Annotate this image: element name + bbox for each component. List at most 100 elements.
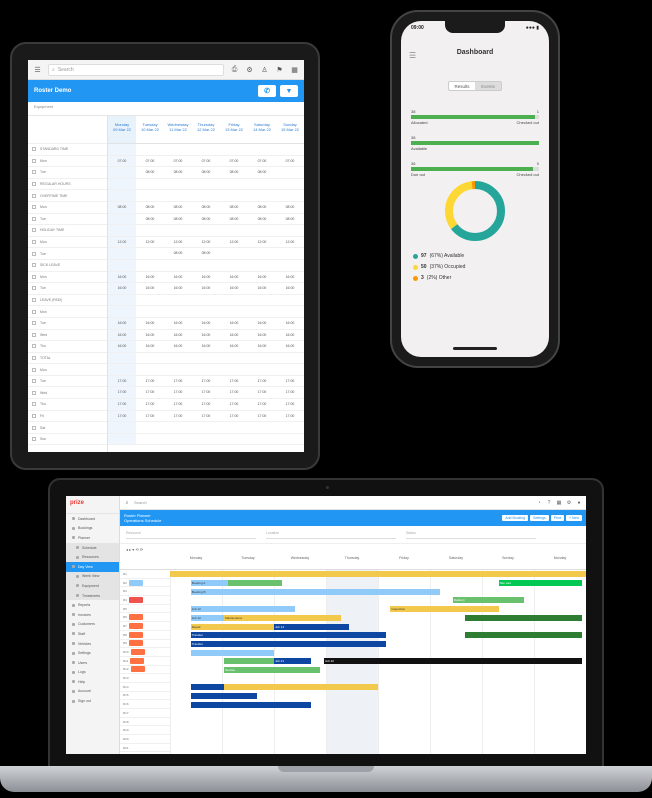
row-label[interactable]: Thu <box>28 399 107 411</box>
row-checkbox[interactable] <box>32 216 36 221</box>
gantt-row[interactable]: R9 <box>120 640 170 649</box>
table-cell[interactable] <box>192 179 220 190</box>
sidebar-item[interactable]: Day View <box>66 561 119 572</box>
gantt-bar[interactable] <box>170 571 586 578</box>
gantt-row[interactable]: R3 <box>120 587 170 597</box>
table-cell[interactable]: 17:00 <box>108 387 136 399</box>
row-label[interactable]: Wed <box>28 387 107 400</box>
table-cell[interactable]: 07:00 <box>220 156 248 167</box>
table-cell[interactable]: 17:00 <box>248 387 276 398</box>
table-cell[interactable]: 08:00 <box>220 202 248 213</box>
table-cell[interactable] <box>136 190 164 201</box>
gantt-bar[interactable] <box>228 580 283 586</box>
row-checkbox[interactable] <box>32 321 36 326</box>
row-checkbox[interactable] <box>32 437 36 442</box>
row-checkbox[interactable] <box>32 205 36 210</box>
table-cell[interactable]: 16:00 <box>276 330 304 341</box>
table-cell[interactable] <box>220 306 248 317</box>
table-cell[interactable]: 16:00 <box>108 341 136 352</box>
gantt-bar[interactable]: Booking B <box>190 588 441 595</box>
gantt-bar[interactable] <box>190 701 312 708</box>
table-cell[interactable] <box>220 179 248 190</box>
gantt-bar[interactable]: Job 22 <box>323 658 582 665</box>
row-checkbox[interactable] <box>32 182 36 187</box>
filter-icon[interactable]: ▼ <box>280 85 298 97</box>
gantt-row[interactable]: R5 <box>120 605 170 614</box>
resource-filter[interactable]: Resource <box>126 531 256 539</box>
gantt-row[interactable]: R2 <box>120 579 170 588</box>
sidebar-item[interactable]: Dashboard <box>66 514 119 524</box>
gantt-row[interactable]: R11 <box>120 657 170 666</box>
gantt-row[interactable]: R8 <box>120 631 170 640</box>
gantt-row[interactable]: R20 <box>120 735 170 744</box>
table-cell[interactable]: 17:00 <box>248 399 276 410</box>
gantt-bar[interactable]: Site visit <box>498 580 582 586</box>
row-label[interactable]: Fri <box>28 411 107 423</box>
row-checkbox[interactable] <box>32 170 36 175</box>
new-button[interactable]: + New <box>565 515 582 521</box>
table-cell[interactable]: 17:00 <box>164 387 192 398</box>
table-cell[interactable]: 08:00 <box>164 214 192 225</box>
gantt-row[interactable]: R13 <box>120 674 170 683</box>
row-checkbox[interactable] <box>32 274 36 279</box>
sidebar-item[interactable]: Bookings <box>66 524 119 534</box>
table-cell[interactable] <box>108 259 136 271</box>
table-cell[interactable]: 16:00 <box>136 283 164 294</box>
day-column-header[interactable]: Sunday 15 Mar 22 <box>276 116 304 143</box>
print-button[interactable]: Print <box>550 515 564 521</box>
table-cell[interactable] <box>108 364 136 375</box>
day-column-header[interactable]: Wednesday 11 Mar 22 <box>164 116 192 143</box>
row-checkbox[interactable] <box>32 344 36 349</box>
table-cell[interactable]: 17:00 <box>136 399 164 410</box>
gantt-row[interactable]: R16 <box>120 700 170 709</box>
gantt-bar[interactable]: Service <box>224 667 320 673</box>
row-label[interactable]: Mon <box>28 156 107 168</box>
sidebar-item[interactable]: Staff <box>66 629 119 639</box>
table-cell[interactable] <box>276 190 304 201</box>
table-cell[interactable]: 12:00 <box>108 236 136 248</box>
table-cell[interactable]: 12:00 <box>164 237 192 248</box>
gantt-bar[interactable]: Transfer <box>190 632 387 639</box>
table-cell[interactable]: 08:00 <box>164 167 192 178</box>
table-cell[interactable]: 16:00 <box>220 341 248 352</box>
table-cell[interactable]: 16:00 <box>276 341 304 352</box>
row-label[interactable]: Sat <box>28 422 107 434</box>
row-checkbox[interactable] <box>32 425 36 430</box>
table-cell[interactable]: 16:00 <box>192 330 220 341</box>
table-cell[interactable] <box>192 295 220 306</box>
table-cell[interactable] <box>108 225 136 236</box>
gantt-bar[interactable]: Job 14 <box>274 623 349 630</box>
table-cell[interactable]: 17:00 <box>276 376 304 387</box>
table-cell[interactable] <box>220 260 248 271</box>
table-cell[interactable] <box>220 248 248 259</box>
row-checkbox[interactable] <box>32 147 36 152</box>
table-cell[interactable]: 16:00 <box>108 317 136 329</box>
table-cell[interactable]: 17:00 <box>220 399 248 410</box>
table-cell[interactable] <box>136 248 164 259</box>
table-cell[interactable] <box>276 225 304 236</box>
table-cell[interactable]: 16:00 <box>248 272 276 283</box>
row-label[interactable]: HOLIDAY TIME <box>28 225 107 237</box>
table-cell[interactable]: 16:00 <box>220 318 248 329</box>
table-cell[interactable] <box>108 306 136 317</box>
phone-icon[interactable]: ✆ <box>258 85 276 97</box>
table-cell[interactable]: 17:00 <box>136 376 164 387</box>
table-cell[interactable]: 08:00 <box>108 201 136 213</box>
row-label[interactable]: SICK LEAVE <box>28 260 107 272</box>
row-label[interactable]: STANDARD TIME <box>28 144 107 156</box>
sidebar-item[interactable]: Week View <box>66 571 119 582</box>
table-cell[interactable]: 16:00 <box>192 318 220 329</box>
table-cell[interactable]: 08:00 <box>136 167 164 178</box>
table-cell[interactable] <box>108 213 136 225</box>
table-cell[interactable] <box>108 167 136 178</box>
table-cell[interactable] <box>192 353 220 364</box>
gantt-bar[interactable] <box>190 649 274 656</box>
table-cell[interactable] <box>192 434 220 445</box>
table-cell[interactable] <box>108 352 136 364</box>
table-cell[interactable]: 17:00 <box>108 410 136 422</box>
table-cell[interactable]: 07:00 <box>248 156 276 167</box>
app-logo[interactable]: prize <box>66 496 119 514</box>
table-cell[interactable] <box>220 434 248 445</box>
bell-icon[interactable]: ◔ <box>536 500 542 506</box>
row-label[interactable]: Wed <box>28 330 107 342</box>
